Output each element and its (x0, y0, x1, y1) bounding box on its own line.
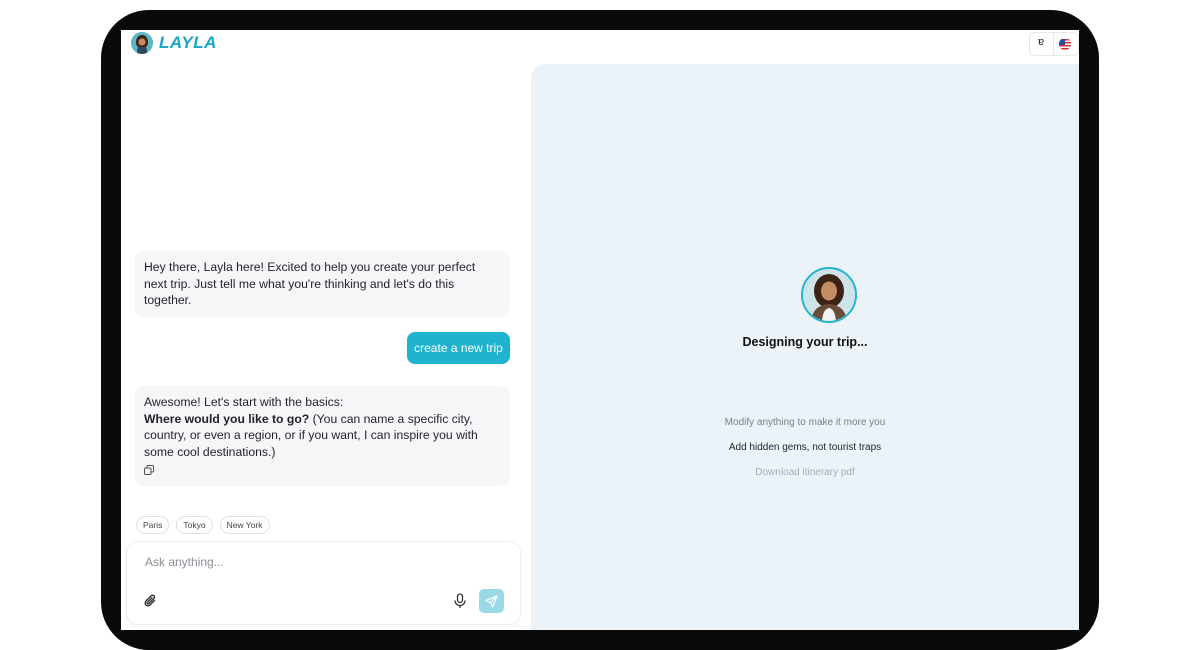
feature-item: Modify anything to make it more you (724, 417, 886, 428)
suggestion-chip[interactable]: Paris (136, 516, 170, 534)
reply-question-bold: Where would you like to go? (144, 411, 310, 426)
feature-item: Download itinerary pdf (755, 467, 855, 478)
logo-avatar-icon[interactable] (131, 32, 153, 54)
reply-question: Where would you like to go? (You can nam… (144, 411, 501, 461)
microphone-icon[interactable] (453, 593, 467, 609)
assistant-message-reply: Awesome! Let's start with the basics: Wh… (135, 386, 510, 486)
assistant-message-intro: Hey there, Layla here! Excited to help y… (135, 251, 510, 317)
feature-item: Add hidden gems, not tourist traps (728, 442, 882, 453)
designing-status: Designing your trip... (742, 335, 868, 349)
app-screen: LAYLA ɐ Hey there, Layla here! Excited t… (121, 30, 1079, 630)
suggestion-chips: Paris Tokyo New York (136, 516, 270, 534)
copy-icon[interactable] (144, 463, 154, 475)
language-code: ɐ (1038, 36, 1045, 48)
send-icon (485, 595, 498, 608)
app-logo[interactable]: LAYLA (159, 33, 217, 53)
reply-line: Awesome! Let's start with the basics: (144, 395, 344, 409)
us-flag-icon (1059, 38, 1071, 50)
assistant-avatar (801, 267, 857, 323)
message-composer (126, 541, 521, 625)
user-message: create a new trip (407, 332, 510, 364)
language-selector[interactable]: ɐ (1029, 32, 1079, 56)
assistant-message-text: Hey there, Layla here! Excited to help y… (144, 260, 476, 307)
suggestion-chip[interactable]: New York (219, 516, 270, 534)
send-button[interactable] (479, 589, 504, 613)
attach-icon[interactable] (143, 593, 159, 609)
trip-preview-panel: Designing your trip... Modify anything t… (531, 64, 1079, 630)
user-message-text: create a new trip (414, 341, 503, 355)
message-input[interactable] (143, 552, 447, 572)
language-divider (1053, 33, 1054, 55)
suggestion-chip[interactable]: Tokyo (176, 516, 213, 534)
